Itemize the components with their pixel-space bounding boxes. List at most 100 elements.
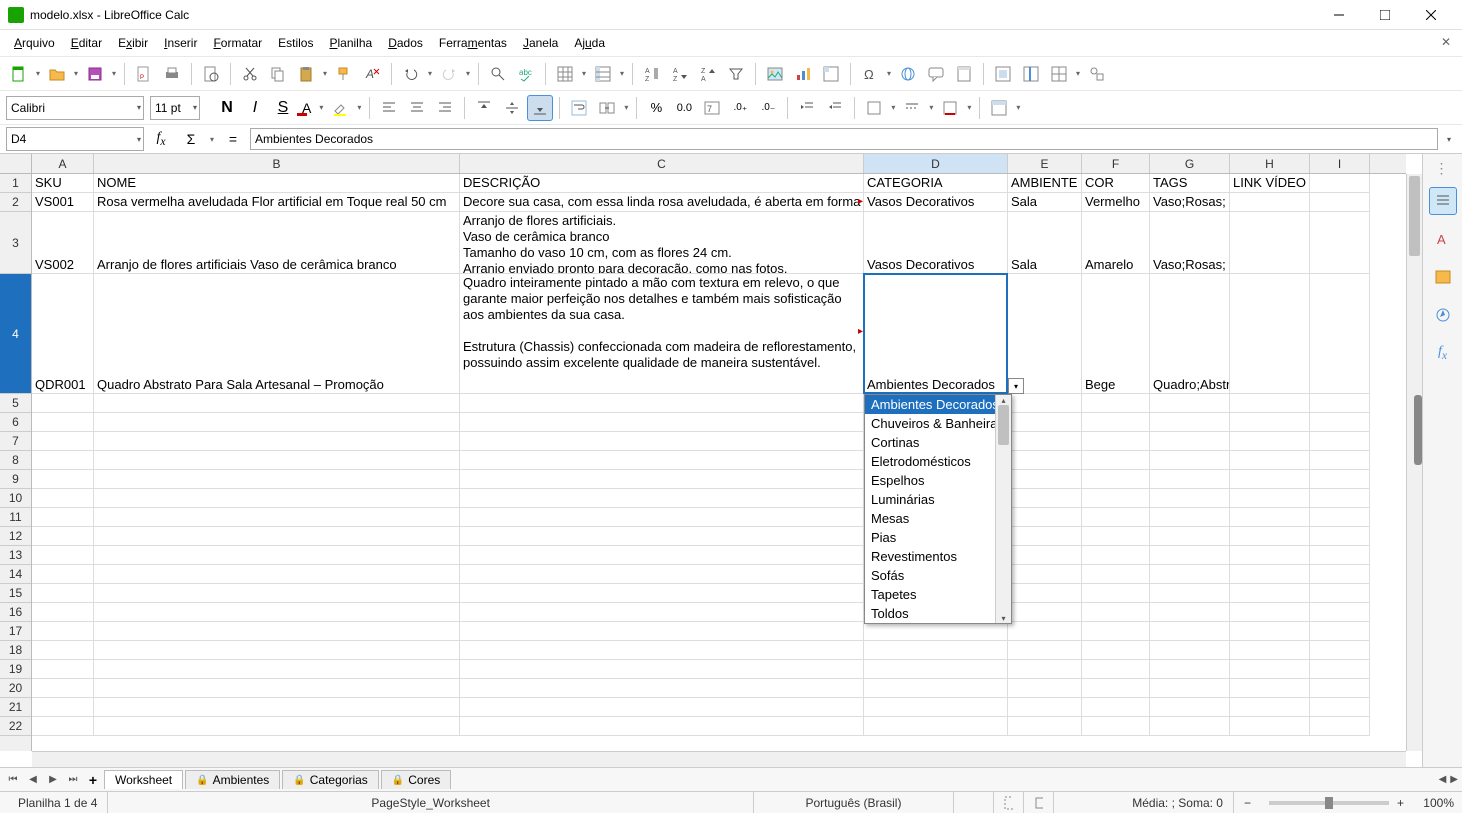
row-header-5[interactable]: 5 <box>0 394 31 413</box>
dropdown-item[interactable]: Eletrodomésticos <box>865 452 1011 471</box>
border-style-icon[interactable] <box>899 95 925 121</box>
cell-G19[interactable] <box>1150 660 1230 679</box>
valign-middle-icon[interactable] <box>499 95 525 121</box>
cell-H14[interactable] <box>1230 565 1310 584</box>
cell-E4[interactable]: la <box>1008 274 1082 394</box>
cell-A6[interactable] <box>32 413 94 432</box>
cut-icon[interactable] <box>237 61 263 87</box>
pivot-icon[interactable] <box>818 61 844 87</box>
cell-I5[interactable] <box>1310 394 1370 413</box>
row-header-22[interactable]: 22 <box>0 717 31 736</box>
cell-B13[interactable] <box>94 546 460 565</box>
dropdown-item[interactable]: Revestimentos <box>865 547 1011 566</box>
cell-G17[interactable] <box>1150 622 1230 641</box>
cell-I9[interactable] <box>1310 470 1370 489</box>
row-header-21[interactable]: 21 <box>0 698 31 717</box>
cell-C7[interactable] <box>460 432 864 451</box>
copy-icon[interactable] <box>265 61 291 87</box>
cell-F3[interactable]: Amarelo <box>1082 212 1150 274</box>
cell-E7[interactable] <box>1008 432 1082 451</box>
valign-top-icon[interactable] <box>471 95 497 121</box>
cell-H19[interactable] <box>1230 660 1310 679</box>
print-icon[interactable] <box>159 61 185 87</box>
row-header-12[interactable]: 12 <box>0 527 31 546</box>
status-selection-mode[interactable] <box>994 792 1024 813</box>
clear-formatting-icon[interactable]: A <box>359 61 385 87</box>
cell-F22[interactable] <box>1082 717 1150 736</box>
row-icon[interactable] <box>552 61 578 87</box>
clone-formatting-icon[interactable] <box>331 61 357 87</box>
paste-dropdown[interactable]: ▾ <box>321 69 329 78</box>
cell-H8[interactable] <box>1230 451 1310 470</box>
cell-I4[interactable] <box>1310 274 1370 394</box>
find-icon[interactable] <box>485 61 511 87</box>
cell-E8[interactable] <box>1008 451 1082 470</box>
border-color-icon[interactable] <box>937 95 963 121</box>
chart-icon[interactable] <box>790 61 816 87</box>
cell-D20[interactable] <box>864 679 1008 698</box>
cell-F19[interactable] <box>1082 660 1150 679</box>
cell-H13[interactable] <box>1230 546 1310 565</box>
dropdown-scrollbar[interactable]: ▴▾ <box>995 395 1011 623</box>
menu-dados[interactable]: Dados <box>382 34 429 52</box>
cell-H11[interactable] <box>1230 508 1310 527</box>
cell-H9[interactable] <box>1230 470 1310 489</box>
cell-A18[interactable] <box>32 641 94 660</box>
undo-dropdown[interactable]: ▾ <box>426 69 434 78</box>
cell-A11[interactable] <box>32 508 94 527</box>
status-calc[interactable]: Média: ; Soma: 0 <box>1054 792 1234 813</box>
sort-icon[interactable]: AZ <box>639 61 665 87</box>
row-dropdown[interactable]: ▾ <box>580 69 588 78</box>
align-left-icon[interactable] <box>376 95 402 121</box>
formula-equals-icon[interactable]: = <box>220 126 246 152</box>
cell-F13[interactable] <box>1082 546 1150 565</box>
dropdown-item[interactable]: Luminárias <box>865 490 1011 509</box>
cell-D21[interactable] <box>864 698 1008 717</box>
vscroll-thumb[interactable] <box>1409 176 1420 256</box>
cell-C12[interactable] <box>460 527 864 546</box>
row-header-19[interactable]: 19 <box>0 660 31 679</box>
cell-H2[interactable] <box>1230 193 1310 212</box>
cell-D19[interactable] <box>864 660 1008 679</box>
cell-H12[interactable] <box>1230 527 1310 546</box>
column-dropdown[interactable]: ▾ <box>618 69 626 78</box>
cell-E5[interactable] <box>1008 394 1082 413</box>
cell-F5[interactable] <box>1082 394 1150 413</box>
number-icon[interactable]: 7 <box>699 95 725 121</box>
font-size-combo[interactable]: 11 pt▾ <box>150 96 200 120</box>
row-header-10[interactable]: 10 <box>0 489 31 508</box>
font-color-icon[interactable]: A <box>298 95 315 121</box>
function-wizard-icon[interactable]: fx <box>148 126 174 152</box>
row-header-9[interactable]: 9 <box>0 470 31 489</box>
cell-D4[interactable]: Ambientes Decorados <box>864 274 1008 394</box>
save-dropdown[interactable]: ▾ <box>110 69 118 78</box>
cell-A12[interactable] <box>32 527 94 546</box>
cell-I13[interactable] <box>1310 546 1370 565</box>
cell-H17[interactable] <box>1230 622 1310 641</box>
cell-A13[interactable] <box>32 546 94 565</box>
sidebar-styles-icon[interactable]: A <box>1429 225 1457 253</box>
dropdown-item[interactable]: Chuveiros & Banheiras <box>865 414 1011 433</box>
row-headers[interactable]: 12345678910111213141516171819202122 <box>0 174 32 751</box>
cell-E16[interactable] <box>1008 603 1082 622</box>
print-preview-icon[interactable] <box>198 61 224 87</box>
menu-formatar[interactable]: Formatar <box>207 34 268 52</box>
currency-icon[interactable]: % <box>643 95 669 121</box>
open-icon[interactable] <box>44 61 70 87</box>
dropdown-item[interactable]: Espelhos <box>865 471 1011 490</box>
cell-H15[interactable] <box>1230 584 1310 603</box>
cell-F4[interactable]: Bege <box>1082 274 1150 394</box>
cell-E6[interactable] <box>1008 413 1082 432</box>
font-color-dropdown[interactable]: ▾ <box>317 103 325 112</box>
menu-inserir[interactable]: Inserir <box>158 34 203 52</box>
column-icon[interactable] <box>590 61 616 87</box>
cell-C4[interactable]: Quadro inteiramente pintado a mão com te… <box>460 274 864 394</box>
row-header-4[interactable]: 4 <box>0 274 31 394</box>
menu-arquivo[interactable]: Arquivo <box>8 34 61 52</box>
row-header-17[interactable]: 17 <box>0 622 31 641</box>
cell-I18[interactable] <box>1310 641 1370 660</box>
status-insert-mode[interactable] <box>954 792 994 813</box>
cell-F12[interactable] <box>1082 527 1150 546</box>
tab-scroll-right-icon[interactable]: ▶ <box>1450 774 1458 785</box>
image-icon[interactable] <box>762 61 788 87</box>
